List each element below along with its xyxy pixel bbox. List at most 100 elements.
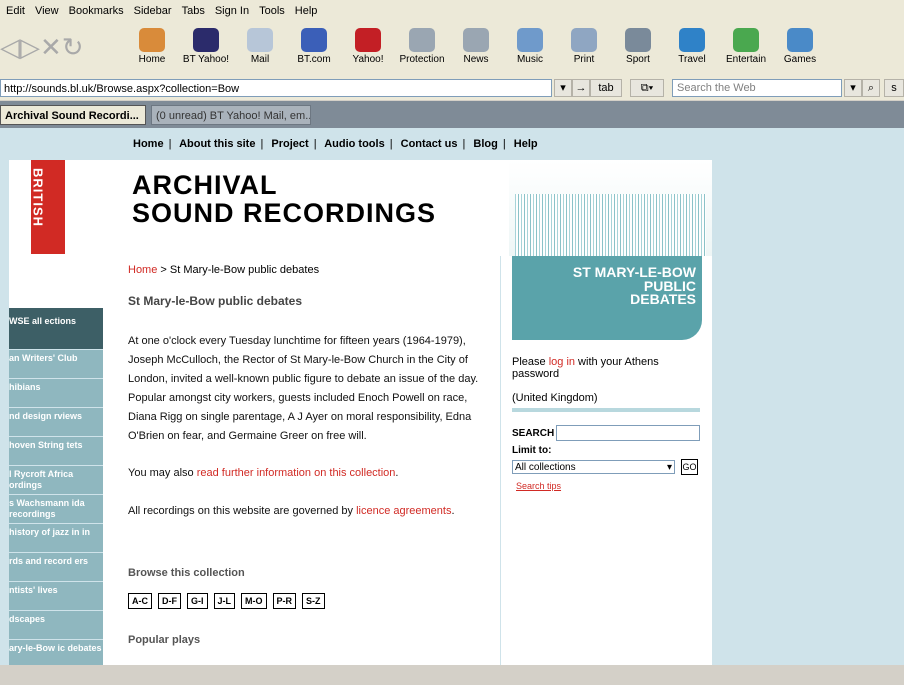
login-region: (United Kingdom) (512, 392, 598, 404)
toolbar-bt-button[interactable]: BT.com (289, 22, 339, 65)
bookmark-menu-icon[interactable]: ⧉▾ (630, 79, 664, 97)
toolbar-bt-yahoo-button[interactable]: BT Yahoo! (181, 22, 231, 65)
back-icon[interactable]: ◁ (0, 32, 20, 62)
toolbar-label: News (463, 54, 489, 65)
toolbar-label: Yahoo! (352, 54, 384, 65)
sidebar-item[interactable]: hibians (9, 379, 103, 408)
toolbar-label: Entertain (725, 54, 767, 65)
letter-range-button[interactable]: A-C (128, 593, 152, 609)
toolbar-home-button[interactable]: Home (127, 22, 177, 65)
sidebar-item[interactable]: nd design rviews (9, 408, 103, 437)
sidebar-item[interactable]: ary-le-Bow ic debates (9, 640, 103, 665)
sidebar-item[interactable]: hoven String tets (9, 437, 103, 466)
nav-blog[interactable]: Blog (473, 138, 497, 150)
licence-text: All recordings on this website are gover… (128, 502, 498, 521)
web-search-input[interactable]: Search the Web (672, 79, 842, 97)
site-nav: Home | About this site | Project | Audio to… (133, 138, 538, 150)
address-bar: http://sounds.bl.uk/Browse.aspx?collecti… (0, 78, 904, 100)
toolbar-travel-button[interactable]: Travel (667, 22, 717, 65)
collection-select[interactable]: All collections ▾ (512, 460, 675, 474)
login-prefix: Please (512, 356, 549, 368)
navigation-buttons: ◁▷✕↻ (0, 32, 105, 62)
sidebar-item[interactable]: history of jazz in in (9, 524, 103, 553)
reload-icon[interactable]: ↻ (62, 32, 84, 62)
sidebar-item[interactable]: l Rycroft Africa ordings (9, 466, 103, 495)
letter-range-button[interactable]: S-Z (302, 593, 325, 609)
tab-bt-yahoo-mail[interactable]: (0 unread) BT Yahoo! Mail, em... (151, 105, 311, 125)
site-title-line-1: ARCHIVAL (132, 170, 278, 200)
sidebar-item[interactable]: dscapes (9, 611, 103, 640)
menu-view[interactable]: View (35, 5, 59, 17)
collection-heading: St Mary-le-Bow public debates (128, 294, 303, 308)
breadcrumb: Home > St Mary-le-Bow public debates (128, 264, 319, 276)
music-icon (517, 28, 543, 52)
toolbar-mail-button[interactable]: Mail (235, 22, 285, 65)
toolbar-entertain-button[interactable]: Entertain (721, 22, 771, 65)
search-icon[interactable]: ⌕ (862, 79, 880, 97)
toolbar-yahoo-button[interactable]: Yahoo! (343, 22, 393, 65)
page-content: Home | About this site | Project | Audio to… (0, 128, 904, 665)
letter-range-button[interactable]: M-O (241, 593, 267, 609)
nav-help[interactable]: Help (514, 138, 538, 150)
search-extra-button[interactable]: s (884, 79, 904, 97)
news-icon (463, 28, 489, 52)
home-icon (139, 28, 165, 52)
menu-bookmarks[interactable]: Bookmarks (69, 5, 124, 17)
nav-audio-tools[interactable]: Audio tools (324, 138, 385, 150)
stop-icon[interactable]: ✕ (40, 32, 62, 62)
nav-home[interactable]: Home (133, 138, 164, 150)
search-tips-link[interactable]: Search tips (516, 481, 561, 491)
go-button[interactable]: → (572, 79, 590, 97)
sidebar-item[interactable]: an Writers' Club (9, 350, 103, 379)
toolbar-label: BT Yahoo! (182, 54, 230, 65)
logo-line-2: LIBRARY (18, 165, 34, 230)
breadcrumb-home[interactable]: Home (128, 264, 157, 276)
toolbar-label: Print (573, 54, 595, 65)
letter-range-button[interactable]: D-F (158, 593, 181, 609)
toolbar-shield-button[interactable]: Protection (397, 22, 447, 65)
url-dropdown-icon[interactable]: ▾ (554, 79, 572, 97)
tab-archival-sound[interactable]: Archival Sound Recordi... (0, 105, 146, 125)
bt-yahoo-icon (193, 28, 219, 52)
menu-edit[interactable]: Edit (6, 5, 25, 17)
travel-icon (679, 28, 705, 52)
site-page: BRITISH LIBRARY ARCHIVAL SOUND RECORDING… (9, 160, 712, 665)
toolbar-sport-button[interactable]: Sport (613, 22, 663, 65)
menu-tabs[interactable]: Tabs (182, 5, 205, 17)
breadcrumb-current: > St Mary-le-Bow public debates (160, 264, 320, 276)
menu-help[interactable]: Help (295, 5, 318, 17)
url-input[interactable]: http://sounds.bl.uk/Browse.aspx?collecti… (0, 79, 552, 97)
toolbar-music-button[interactable]: Music (505, 22, 555, 65)
sidebar-item[interactable]: ntists' lives (9, 582, 103, 611)
site-search-input[interactable] (556, 425, 700, 441)
menu-tools[interactable]: Tools (259, 5, 285, 17)
letter-range-button[interactable]: G-I (187, 593, 208, 609)
search-label: SEARCH (512, 428, 555, 439)
nav-about[interactable]: About this site (179, 138, 255, 150)
further-info-link[interactable]: read further information on this collect… (197, 467, 396, 479)
toolbar-games-button[interactable]: Games (775, 22, 825, 65)
nav-project[interactable]: Project (271, 138, 308, 150)
letter-range-button[interactable]: J-L (213, 593, 235, 609)
sidebar-item[interactable]: rds and record ers (9, 553, 103, 582)
licence-link[interactable]: licence agreements (356, 505, 451, 517)
letter-range-button[interactable]: P-R (272, 593, 296, 609)
toolbar-news-button[interactable]: News (451, 22, 501, 65)
browser-toolbar: ◁▷✕↻ Home BT Yahoo! Mail BT.com Yahoo! Protec… (0, 22, 904, 79)
sidebar-item[interactable]: WSE all ections (9, 308, 103, 350)
further-info-suffix: . (395, 467, 399, 479)
sidebar-item[interactable]: s Wachsmann ida recordings (9, 495, 103, 524)
british-library-logo[interactable]: BRITISH LIBRARY (19, 160, 65, 254)
toolbar-label: BT.com (297, 54, 331, 65)
search-dropdown-icon[interactable]: ▾ (844, 79, 862, 97)
new-tab-button[interactable]: tab (590, 79, 622, 97)
forward-icon[interactable]: ▷ (20, 32, 40, 62)
toolbar-print-button[interactable]: Print (559, 22, 609, 65)
login-link[interactable]: log in (549, 356, 575, 368)
shield-icon (409, 28, 435, 52)
search-go-button[interactable]: GO (681, 459, 698, 475)
collection-description: At one o'clock every Tuesday lunchtime f… (128, 335, 479, 442)
menu-sidebar[interactable]: Sidebar (134, 5, 172, 17)
nav-contact[interactable]: Contact us (401, 138, 458, 150)
menu-sign-in[interactable]: Sign In (215, 5, 249, 17)
